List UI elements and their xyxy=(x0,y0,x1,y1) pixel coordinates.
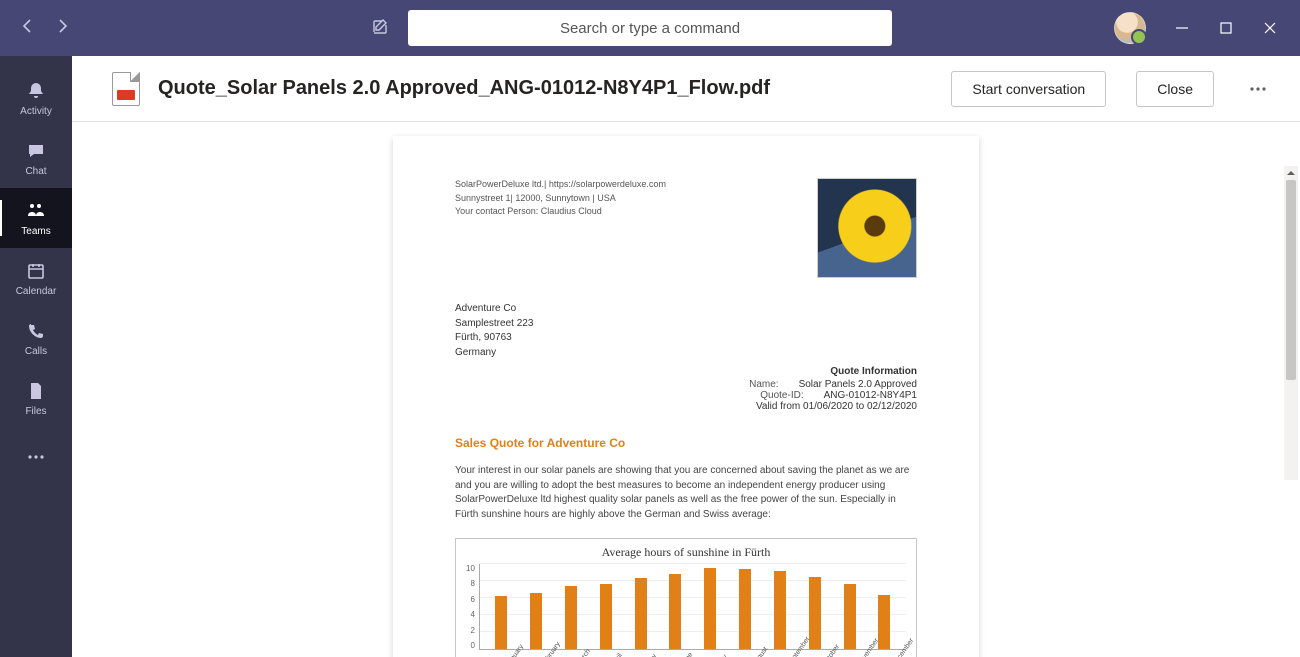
back-icon[interactable] xyxy=(20,18,36,39)
rail-label: Activity xyxy=(20,106,52,117)
chart-bar xyxy=(739,569,751,649)
scroll-up-icon[interactable] xyxy=(1284,166,1298,180)
window-controls xyxy=(1114,12,1300,44)
chart-bar xyxy=(495,596,507,649)
rail-files[interactable]: Files xyxy=(0,368,72,428)
maximize-icon[interactable] xyxy=(1218,20,1234,36)
chart-title: Average hours of sunshine in Fürth xyxy=(466,545,906,560)
quote-info: Quote Information Name: Solar Panels 2.0… xyxy=(455,366,917,412)
main-area: Quote_Solar Panels 2.0 Approved_ANG-0101… xyxy=(72,56,1300,657)
chart-bar xyxy=(774,571,786,649)
rail-label: Calls xyxy=(25,346,47,357)
chat-icon xyxy=(25,140,47,162)
company-line: Your contact Person: Claudius Cloud xyxy=(455,205,666,219)
chart-bar xyxy=(565,586,577,649)
close-button[interactable]: Close xyxy=(1136,71,1214,107)
close-icon[interactable] xyxy=(1262,20,1278,36)
company-line: SolarPowerDeluxe ltd.| https://solarpowe… xyxy=(455,178,666,192)
rail-label: Chat xyxy=(25,166,46,177)
teams-icon xyxy=(25,200,47,222)
start-conversation-button[interactable]: Start conversation xyxy=(951,71,1106,107)
sales-quote-title: Sales Quote for Adventure Co xyxy=(455,436,917,450)
search-placeholder: Search or type a command xyxy=(560,20,740,37)
quote-name-label: Name: xyxy=(719,379,779,390)
body-text: Your interest in our solar panels are sh… xyxy=(455,464,917,522)
rail-more[interactable] xyxy=(0,442,72,472)
rail-activity[interactable]: Activity xyxy=(0,68,72,128)
document-viewport[interactable]: SolarPowerDeluxe ltd.| https://solarpowe… xyxy=(72,122,1300,657)
quote-id-label: Quote-ID: xyxy=(744,390,804,401)
company-line: Sunnystreet 1| 12000, Sunnytown | USA xyxy=(455,192,666,206)
file-header: Quote_Solar Panels 2.0 Approved_ANG-0101… xyxy=(72,56,1300,122)
recipient-address: Adventure Co Samplestreet 223 Fürth, 907… xyxy=(455,302,917,360)
chart-y-axis: 1086420 xyxy=(466,564,479,650)
rail-label: Calendar xyxy=(16,286,57,297)
phone-icon xyxy=(25,320,47,342)
letterhead: SolarPowerDeluxe ltd.| https://solarpowe… xyxy=(455,178,917,278)
file-title: Quote_Solar Panels 2.0 Approved_ANG-0101… xyxy=(158,77,770,100)
app-rail: Activity Chat Teams Calendar Calls Files xyxy=(0,56,72,657)
scrollbar[interactable] xyxy=(1284,180,1298,480)
bell-icon xyxy=(25,80,47,102)
more-icon xyxy=(25,446,47,468)
scrollbar-thumb[interactable] xyxy=(1286,180,1296,380)
quote-id-value: ANG-01012-N8Y4P1 xyxy=(824,390,917,401)
rail-chat[interactable]: Chat xyxy=(0,128,72,188)
nav-arrows xyxy=(20,18,70,39)
addr-line: Samplestreet 223 xyxy=(455,317,917,332)
quote-name-value: Solar Panels 2.0 Approved xyxy=(799,379,917,390)
sunflower-image xyxy=(817,178,917,278)
chart-bar xyxy=(809,577,821,649)
title-bar: Search or type a command xyxy=(0,0,1300,56)
chart-bar xyxy=(530,593,542,649)
addr-line: Adventure Co xyxy=(455,302,917,317)
minimize-icon[interactable] xyxy=(1174,20,1190,36)
calendar-icon xyxy=(25,260,47,282)
pdf-file-icon xyxy=(112,72,140,106)
addr-line: Germany xyxy=(455,346,917,361)
chart-bar xyxy=(635,578,647,649)
compose-icon[interactable] xyxy=(371,18,389,41)
rail-teams[interactable]: Teams xyxy=(0,188,72,248)
addr-line: Fürth, 90763 xyxy=(455,331,917,346)
quote-info-title: Quote Information xyxy=(455,366,917,377)
quote-validity: Valid from 01/06/2020 to 02/12/2020 xyxy=(455,401,917,412)
more-actions-icon[interactable] xyxy=(1240,86,1276,92)
chart-bar xyxy=(844,584,856,649)
file-icon xyxy=(25,380,47,402)
avatar[interactable] xyxy=(1114,12,1146,44)
chart-bar xyxy=(600,584,612,649)
rail-label: Files xyxy=(25,406,46,417)
search-input[interactable]: Search or type a command xyxy=(408,10,892,46)
sunshine-chart: Average hours of sunshine in Fürth 10864… xyxy=(455,538,917,657)
chart-bar xyxy=(669,574,681,649)
chart-plot xyxy=(479,564,906,650)
rail-calls[interactable]: Calls xyxy=(0,308,72,368)
rail-label: Teams xyxy=(21,226,50,237)
chart-x-axis: JanuaryFebruaryMarchAprilMayJuneJulyAugu… xyxy=(466,652,906,657)
rail-calendar[interactable]: Calendar xyxy=(0,248,72,308)
document-page: SolarPowerDeluxe ltd.| https://solarpowe… xyxy=(393,136,979,657)
forward-icon[interactable] xyxy=(54,18,70,39)
chart-bar xyxy=(704,568,716,649)
